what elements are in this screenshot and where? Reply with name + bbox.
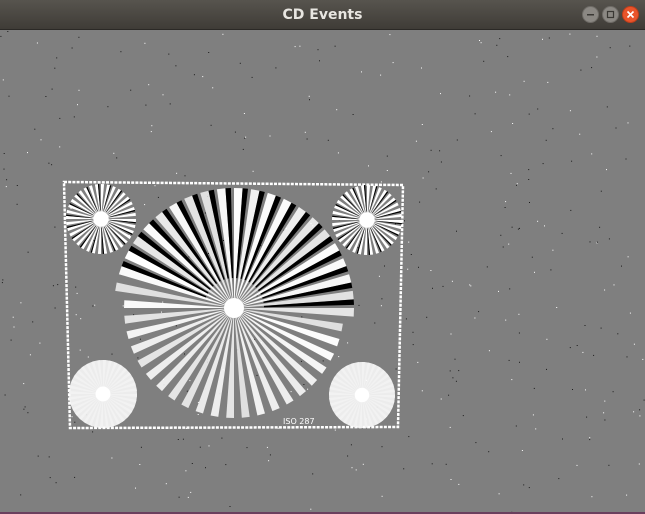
minimize-icon [587, 14, 594, 16]
small-star-bottom-right [329, 362, 395, 428]
window-controls [582, 6, 639, 23]
small-star-bottom-left [69, 360, 137, 428]
event-frame: ISO 287 [0, 30, 645, 514]
small-star-top-right [332, 185, 402, 255]
window-title: CD Events [282, 7, 363, 23]
event-canvas[interactable]: ISO 287 [0, 30, 645, 514]
title-bar[interactable]: CD Events [0, 0, 645, 30]
chart-label: ISO 287 [283, 417, 315, 426]
app-window: CD Events ISO 287 [0, 0, 645, 514]
close-button[interactable] [622, 6, 639, 23]
maximize-button[interactable] [602, 6, 619, 23]
minimize-button[interactable] [582, 6, 599, 23]
small-star-top-left [66, 184, 136, 254]
close-icon [626, 10, 635, 19]
maximize-icon [606, 10, 615, 19]
